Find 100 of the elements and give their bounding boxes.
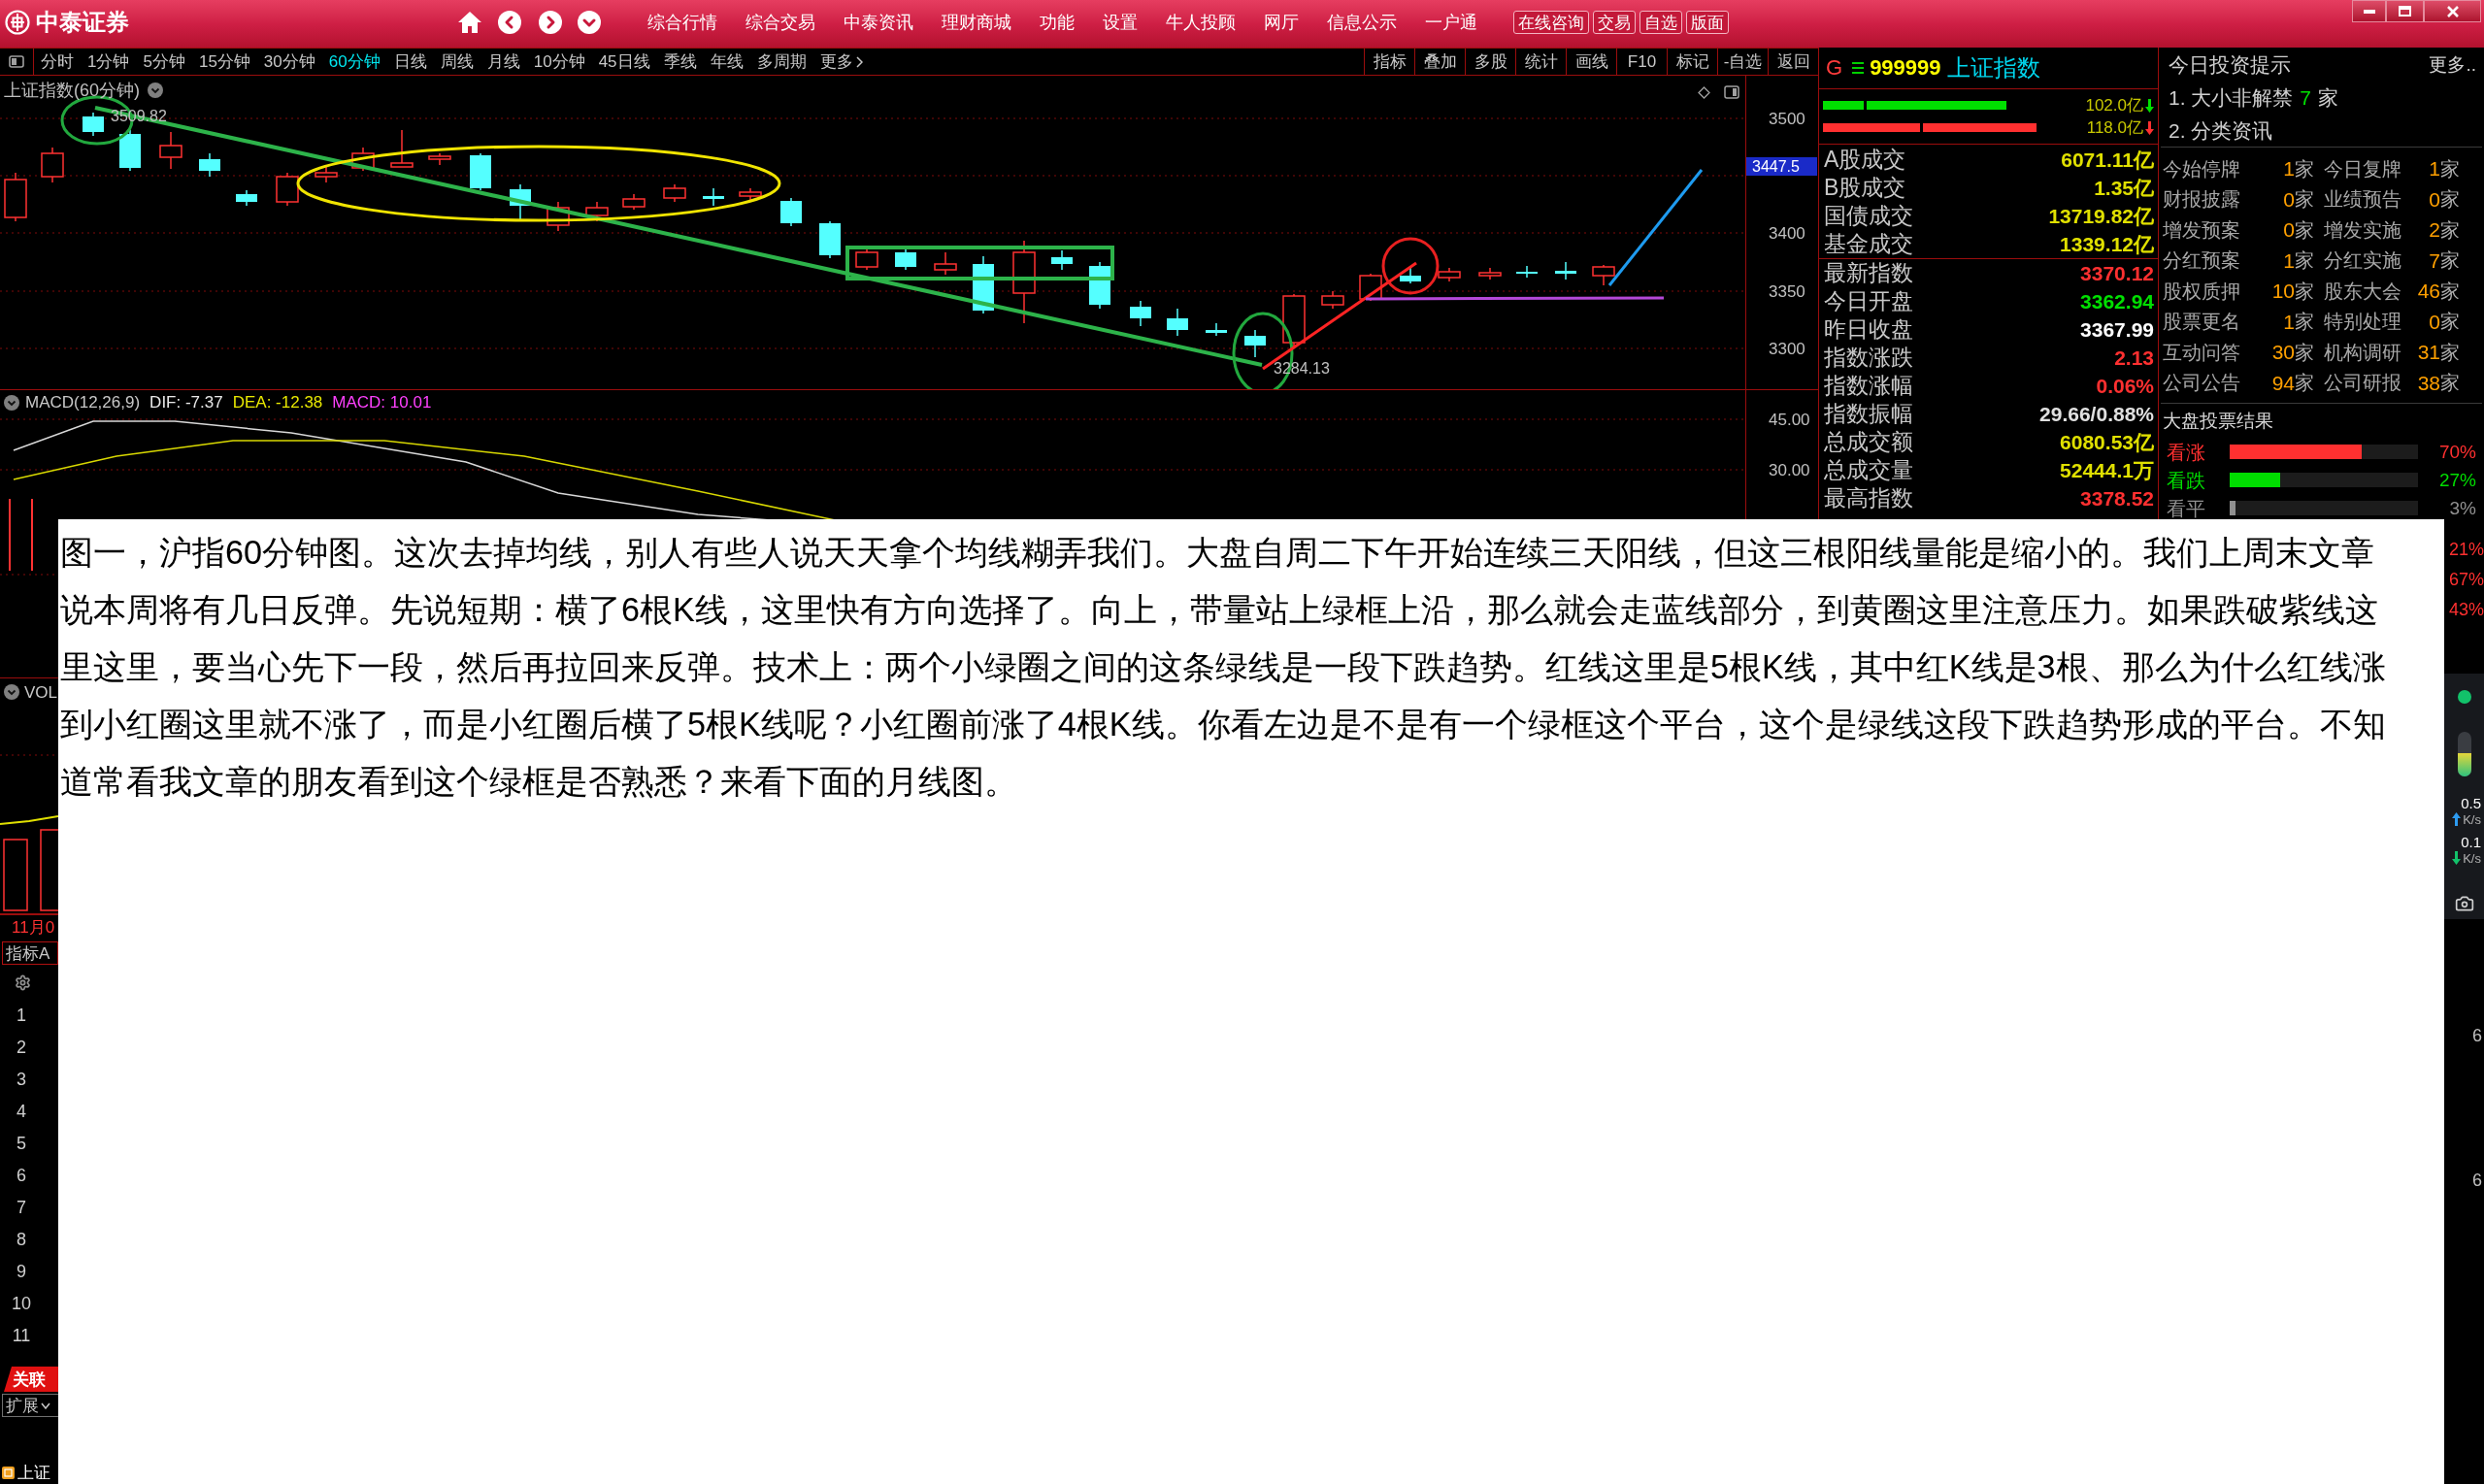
stat-count: 1 — [2428, 158, 2440, 180]
arrow-down-icon — [2452, 851, 2462, 865]
flow-amount: 118.0亿 — [2086, 119, 2143, 136]
tool-button[interactable]: 叠加 — [1414, 49, 1465, 75]
panel-toggle-icon[interactable] — [1724, 85, 1739, 99]
period-tab[interactable]: 5分钟 — [143, 53, 185, 70]
candlestick — [585, 201, 609, 222]
close-button[interactable] — [2424, 0, 2481, 22]
stat-unit: 家 — [2440, 280, 2461, 301]
gauge-icon — [2457, 732, 2471, 776]
home-icon[interactable] — [457, 11, 482, 34]
back-icon[interactable] — [498, 11, 521, 34]
menu-item[interactable]: 牛人投顾 — [1166, 14, 1236, 31]
forward-icon[interactable] — [539, 11, 562, 34]
stat-count: 10 — [2270, 280, 2295, 302]
period-tab[interactable]: 1分钟 — [87, 53, 130, 70]
quote-label: A股成交 — [1824, 148, 1906, 171]
tool-button[interactable]: 多股 — [1465, 49, 1515, 75]
row-number: 7 — [17, 1198, 26, 1216]
period-tab[interactable]: 季线 — [663, 53, 697, 70]
menu-item[interactable]: 理财商城 — [942, 14, 1011, 31]
stat-count: 31 — [2416, 342, 2440, 363]
dropdown-icon[interactable] — [578, 11, 601, 34]
period-tab[interactable]: 周线 — [440, 53, 474, 70]
menu-icon[interactable] — [1852, 61, 1865, 75]
menu-item[interactable]: 设置 — [1103, 14, 1138, 31]
quote-value: 13719.82亿 — [2048, 206, 2154, 226]
menu-item[interactable]: 综合行情 — [647, 14, 717, 31]
header-button[interactable]: 在线咨询 — [1513, 11, 1589, 34]
tip-unit: 家 — [2318, 86, 2339, 108]
candlestick — [819, 220, 841, 259]
panel-toggle-icon[interactable] — [9, 55, 24, 68]
tool-button[interactable]: 指标 — [1364, 49, 1414, 75]
quote-label: 最新指数 — [1824, 262, 1913, 284]
period-tab[interactable]: 日线 — [393, 53, 427, 70]
row-number: 2 — [17, 1038, 26, 1056]
quote-value: 1.35亿 — [2094, 178, 2154, 198]
candlestick — [1438, 267, 1461, 282]
flag-label: G — [1826, 57, 1843, 79]
stat-unit: 家 — [2440, 312, 2461, 332]
period-tab[interactable]: 多周期 — [756, 53, 807, 70]
settings-icon[interactable] — [15, 974, 31, 991]
tip-item[interactable]: 2. 分类资讯 — [2169, 119, 2273, 141]
period-tab[interactable]: 15分钟 — [198, 53, 250, 70]
menu-item[interactable]: 综合交易 — [745, 14, 815, 31]
candlestick — [1282, 293, 1306, 348]
candlestick — [1244, 329, 1266, 358]
tip-item[interactable]: 1. 大小非解禁 — [2169, 86, 2294, 108]
more-button[interactable]: 更多 — [819, 53, 863, 70]
tool-button[interactable]: 统计 — [1515, 49, 1566, 75]
restore-button[interactable] — [2386, 0, 2424, 22]
axis-label: 3300 — [1769, 340, 1805, 358]
vote-percent: 70% — [2438, 443, 2476, 461]
period-tab[interactable]: 60分钟 — [328, 53, 381, 70]
header-button[interactable]: 自选 — [1639, 11, 1682, 34]
quote-label: 基金成交 — [1824, 233, 1913, 255]
period-tab[interactable]: 年线 — [710, 53, 744, 70]
candlestick — [1089, 261, 1110, 310]
dropdown-icon[interactable] — [4, 394, 19, 411]
minimize-button[interactable] — [2352, 0, 2386, 22]
dropdown-icon[interactable] — [148, 82, 163, 98]
header-button[interactable]: 版面 — [1686, 11, 1729, 34]
header-button[interactable]: 交易 — [1593, 11, 1636, 34]
camera-icon[interactable] — [2454, 894, 2474, 913]
candlestick — [1400, 267, 1421, 284]
stat-count: 38 — [2416, 372, 2440, 393]
stat-count: 30 — [2270, 342, 2295, 363]
row-number: 10 — [12, 1294, 31, 1312]
row-number: 1 — [17, 1006, 26, 1024]
stat-count: 46 — [2416, 280, 2440, 302]
indicator-tab[interactable]: 指标A — [2, 941, 58, 965]
candlestick — [276, 172, 299, 207]
tool-button[interactable]: F10 — [1616, 49, 1667, 75]
menu-item[interactable]: 一户通 — [1425, 14, 1477, 31]
period-tab[interactable]: 分时 — [41, 53, 74, 70]
tool-button[interactable]: 标记 — [1667, 49, 1717, 75]
related-tab[interactable]: 关联 — [4, 1367, 58, 1392]
period-tab[interactable]: 30分钟 — [263, 53, 315, 70]
dropdown-icon[interactable] — [4, 684, 19, 700]
stat-count: 0 — [2282, 188, 2295, 210]
menu-item[interactable]: 功能 — [1040, 14, 1075, 31]
brand-name: 中泰证券 — [36, 11, 129, 34]
restore-icon — [2399, 6, 2411, 16]
quote-label: 昨日收盘 — [1824, 318, 1913, 341]
tool-button[interactable]: 返回 — [1768, 49, 1818, 75]
menu-item[interactable]: 中泰资讯 — [844, 14, 913, 31]
period-tab[interactable]: 10分钟 — [533, 53, 585, 70]
more-link[interactable]: 更多.. — [2429, 54, 2476, 74]
diamond-icon[interactable] — [1698, 86, 1710, 99]
tool-button[interactable]: -自选 — [1717, 49, 1768, 75]
axis-label: 3400 — [1769, 224, 1805, 243]
row-number: 6 — [17, 1166, 26, 1184]
period-tab[interactable]: 月线 — [486, 53, 520, 70]
period-tab[interactable]: 45日线 — [598, 53, 650, 70]
panel-title: 大盘投票结果 — [2163, 412, 2273, 430]
menu-item[interactable]: 信息公示 — [1327, 14, 1397, 31]
menu-item[interactable]: 网厅 — [1264, 14, 1299, 31]
minimize-icon — [2363, 9, 2375, 14]
tool-button[interactable]: 画线 — [1566, 49, 1616, 75]
speed-unit: K/s — [2463, 812, 2481, 826]
